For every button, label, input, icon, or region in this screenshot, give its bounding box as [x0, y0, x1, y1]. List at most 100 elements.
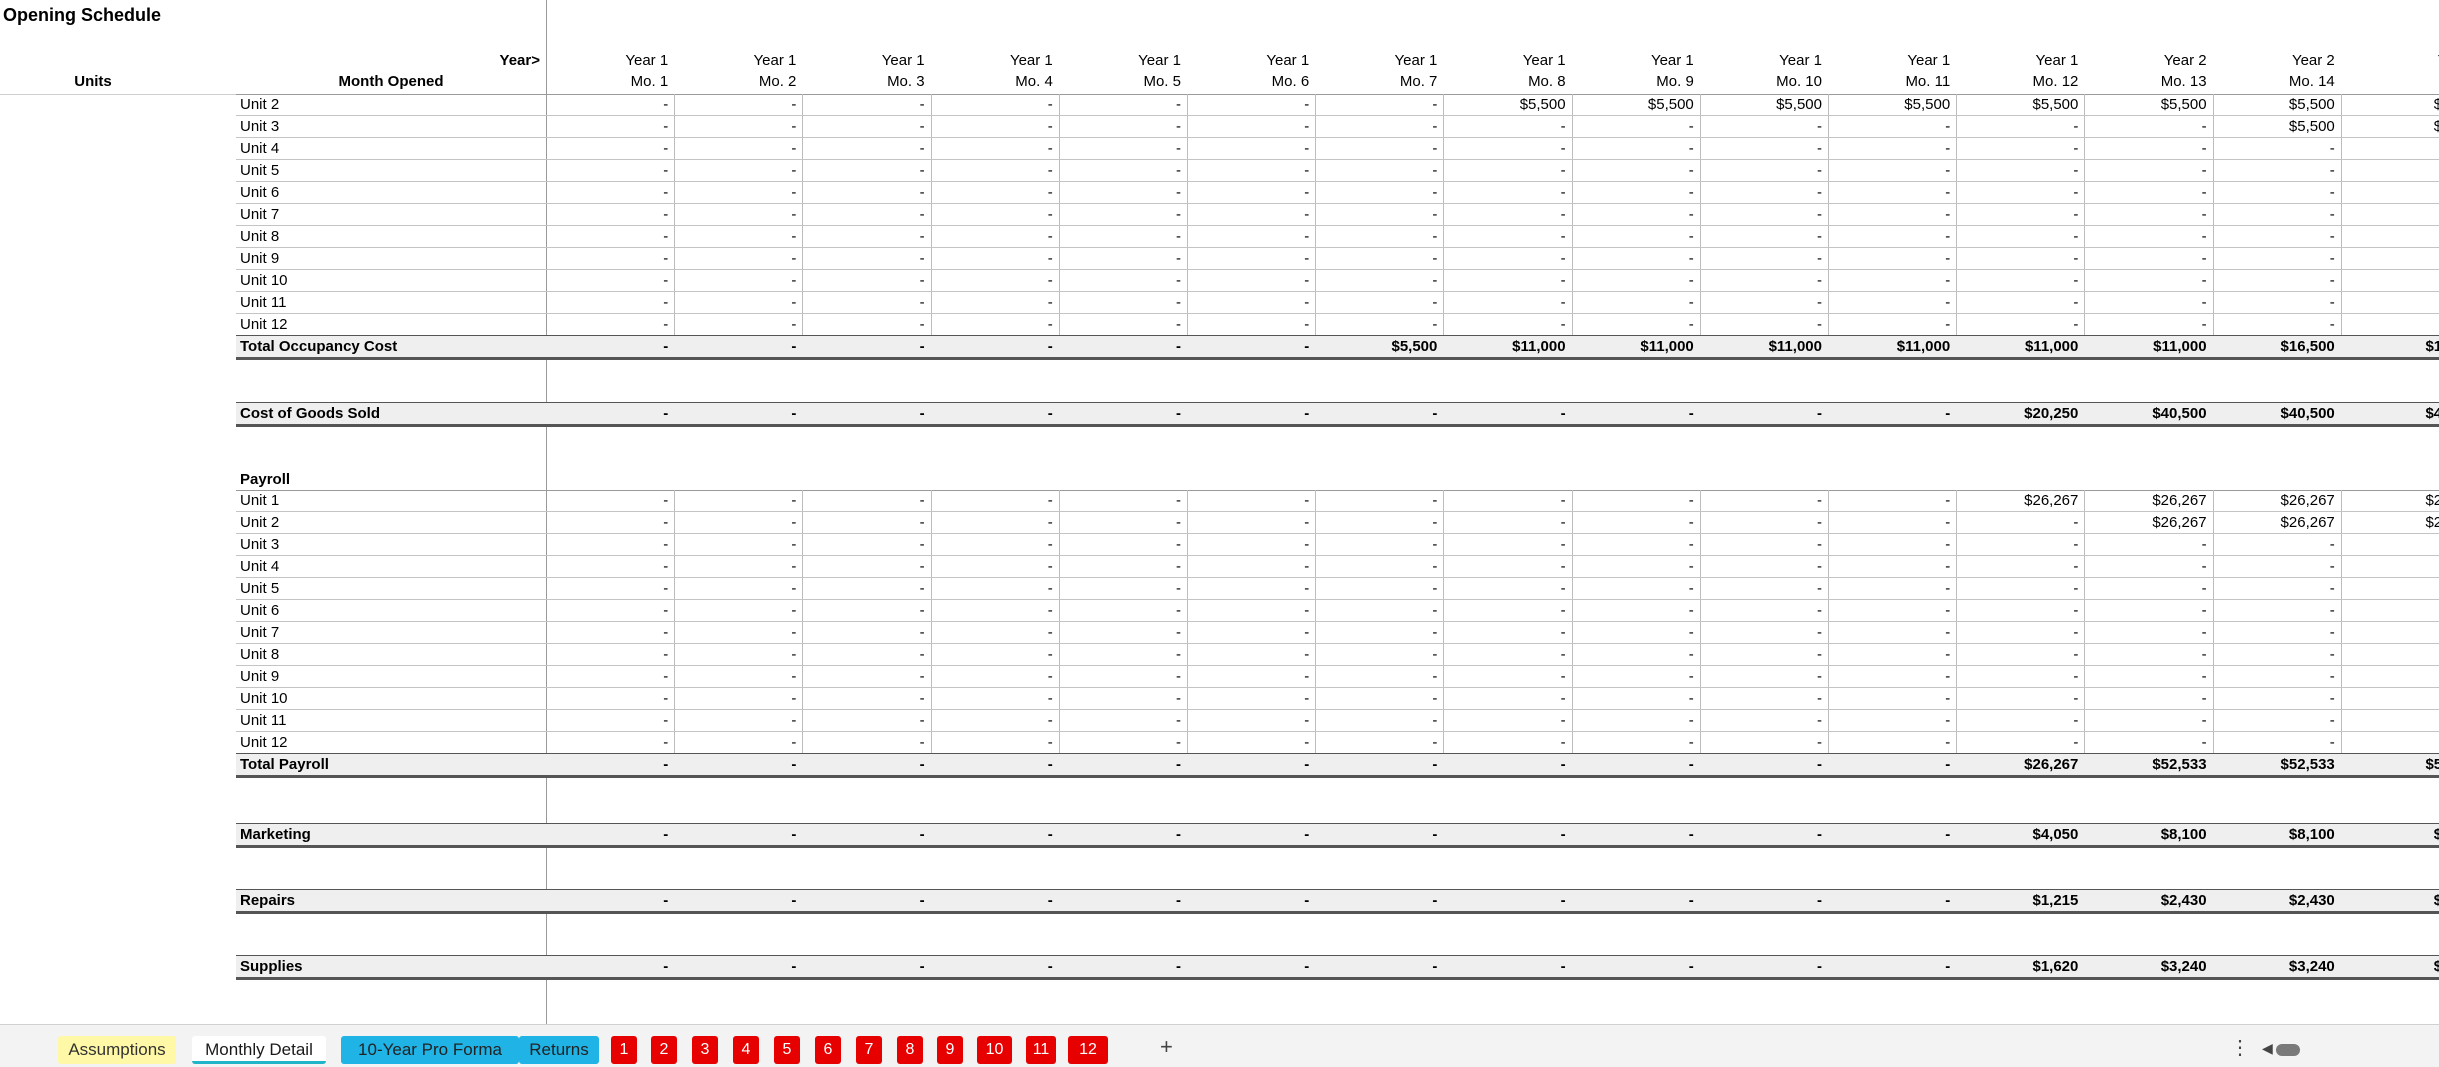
value-cell[interactable]: - [674, 403, 802, 424]
value-cell[interactable]: - [2213, 292, 2341, 313]
value-cell[interactable]: - [546, 94, 674, 115]
value-cell[interactable]: - [1187, 490, 1315, 511]
value-cell[interactable]: - [802, 556, 930, 577]
value-cell[interactable]: - [1700, 600, 1828, 621]
value-cell[interactable]: - [546, 138, 674, 159]
value-cell[interactable]: - [1956, 556, 2084, 577]
value-cell[interactable]: - [2084, 666, 2212, 687]
value-cell[interactable] [2341, 248, 2439, 269]
value-cell[interactable] [2341, 622, 2439, 643]
value-cell[interactable]: - [1187, 890, 1315, 911]
row-label[interactable]: Unit 5 [236, 160, 536, 181]
value-cell[interactable]: - [1572, 824, 1700, 845]
value-cell[interactable]: - [1443, 512, 1571, 533]
value-cell[interactable]: - [674, 754, 802, 775]
value-cell[interactable]: - [1700, 226, 1828, 247]
value-cell[interactable] [2341, 270, 2439, 291]
value-cell[interactable]: $20,250 [1956, 403, 2084, 424]
value-cell[interactable]: - [1572, 578, 1700, 599]
value-cell[interactable]: - [674, 512, 802, 533]
value-cell[interactable]: - [2213, 226, 2341, 247]
value-cell[interactable]: - [1315, 732, 1443, 753]
value-cell[interactable]: - [1700, 490, 1828, 511]
value-cell[interactable]: $5,500 [1828, 94, 1956, 115]
sheet-tab[interactable]: 12 [1068, 1036, 1108, 1064]
value-cell[interactable]: - [931, 226, 1059, 247]
value-cell[interactable]: - [1059, 956, 1187, 977]
value-cell[interactable]: - [2084, 226, 2212, 247]
value-cell[interactable]: - [1187, 556, 1315, 577]
value-cell[interactable]: - [1187, 600, 1315, 621]
row-label[interactable]: Cost of Goods Sold [236, 403, 536, 424]
value-cell[interactable]: - [1700, 138, 1828, 159]
value-cell[interactable]: - [1443, 754, 1571, 775]
value-cell[interactable]: - [2084, 644, 2212, 665]
value-cell[interactable]: - [1700, 956, 1828, 977]
value-cell[interactable]: - [1443, 710, 1571, 731]
value-cell[interactable]: - [546, 666, 674, 687]
value-cell[interactable]: $11,000 [1956, 336, 2084, 357]
value-cell[interactable]: - [1956, 226, 2084, 247]
value-cell[interactable]: - [1187, 182, 1315, 203]
value-cell[interactable]: $3,240 [2213, 956, 2341, 977]
value-cell[interactable]: - [2084, 732, 2212, 753]
value-cell[interactable]: - [1315, 578, 1443, 599]
value-cell[interactable]: - [674, 248, 802, 269]
value-cell[interactable]: - [1315, 600, 1443, 621]
value-cell[interactable]: - [1059, 666, 1187, 687]
value-cell[interactable]: - [931, 512, 1059, 533]
value-cell[interactable]: - [1315, 754, 1443, 775]
value-cell[interactable]: - [802, 644, 930, 665]
value-cell[interactable]: $2,4 [2341, 890, 2439, 911]
value-cell[interactable]: $8,100 [2213, 824, 2341, 845]
value-cell[interactable]: - [931, 138, 1059, 159]
row-label[interactable]: Unit 7 [236, 204, 536, 225]
value-cell[interactable]: - [931, 732, 1059, 753]
value-cell[interactable]: - [1443, 314, 1571, 335]
value-cell[interactable]: - [1443, 182, 1571, 203]
sheet-tab[interactable]: 10 [977, 1036, 1012, 1064]
value-cell[interactable]: - [1828, 534, 1956, 555]
value-cell[interactable]: $40,5 [2341, 403, 2439, 424]
value-cell[interactable]: - [1059, 160, 1187, 181]
value-cell[interactable]: - [2084, 160, 2212, 181]
value-cell[interactable]: - [546, 824, 674, 845]
value-cell[interactable]: - [1059, 226, 1187, 247]
value-cell[interactable]: - [1572, 270, 1700, 291]
sheet-tab[interactable]: 11 [1026, 1036, 1056, 1064]
value-cell[interactable]: - [931, 688, 1059, 709]
value-cell[interactable]: - [1443, 270, 1571, 291]
row-label[interactable]: Unit 9 [236, 666, 536, 687]
value-cell[interactable]: $52,533 [2084, 754, 2212, 775]
value-cell[interactable]: - [802, 138, 930, 159]
value-cell[interactable]: - [1059, 534, 1187, 555]
value-cell[interactable]: - [546, 890, 674, 911]
value-cell[interactable]: - [1828, 512, 1956, 533]
row-label[interactable]: Total Payroll [236, 754, 536, 775]
value-cell[interactable]: - [931, 600, 1059, 621]
value-cell[interactable]: - [1059, 688, 1187, 709]
value-cell[interactable]: - [674, 578, 802, 599]
row-label[interactable]: Unit 3 [236, 116, 536, 137]
value-cell[interactable]: - [1572, 226, 1700, 247]
value-cell[interactable]: - [1956, 534, 2084, 555]
value-cell[interactable]: - [931, 336, 1059, 357]
value-cell[interactable]: - [674, 688, 802, 709]
value-cell[interactable]: - [1700, 688, 1828, 709]
value-cell[interactable]: - [1187, 578, 1315, 599]
value-cell[interactable]: $11,000 [1572, 336, 1700, 357]
value-cell[interactable]: - [1700, 890, 1828, 911]
value-cell[interactable]: - [546, 248, 674, 269]
value-cell[interactable]: - [931, 403, 1059, 424]
sheet-tab[interactable]: 1 [611, 1036, 637, 1064]
value-cell[interactable]: - [2084, 182, 2212, 203]
value-cell[interactable]: - [1572, 710, 1700, 731]
value-cell[interactable]: - [1828, 182, 1956, 203]
value-cell[interactable]: - [2213, 160, 2341, 181]
value-cell[interactable]: - [1059, 138, 1187, 159]
row-label[interactable]: Unit 6 [236, 182, 536, 203]
value-cell[interactable] [2341, 138, 2439, 159]
value-cell[interactable]: - [1315, 94, 1443, 115]
value-cell[interactable]: - [802, 116, 930, 137]
value-cell[interactable]: - [2084, 578, 2212, 599]
